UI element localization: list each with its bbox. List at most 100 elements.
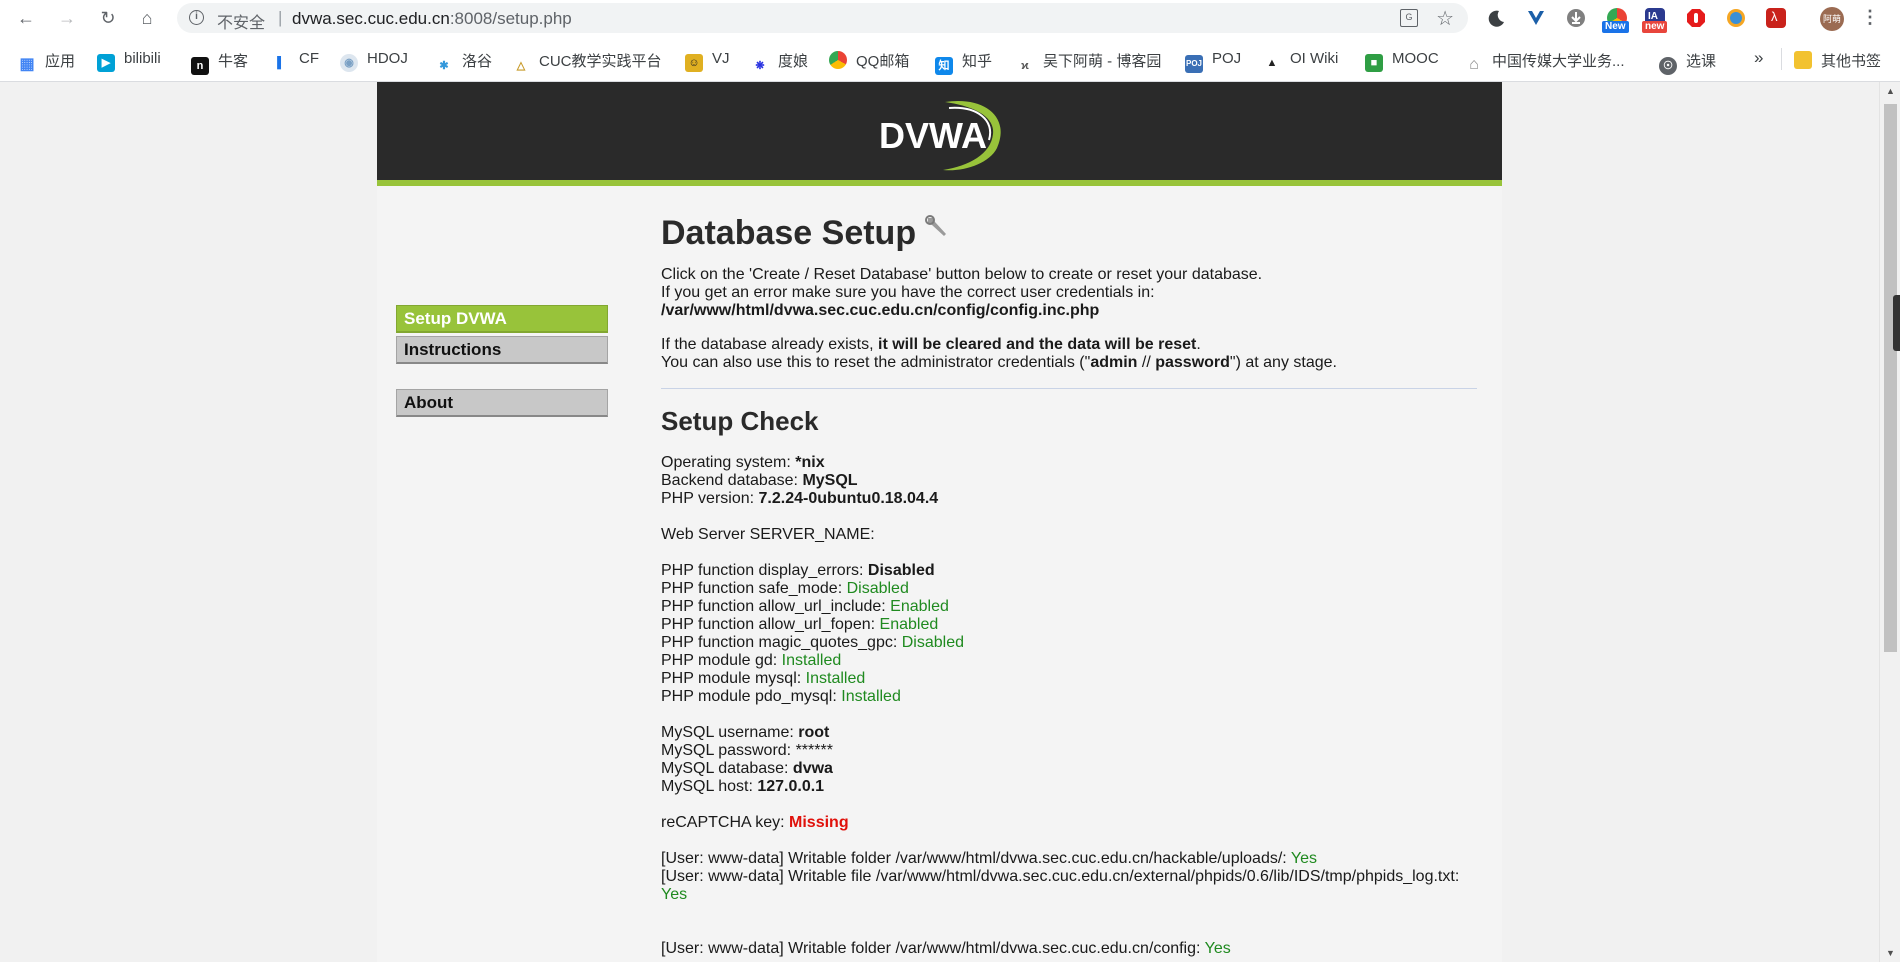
apps-grid-icon: ▦ xyxy=(19,56,35,73)
scroll-down-arrow-icon[interactable]: ▼ xyxy=(1886,948,1895,958)
scrollbar-thumb[interactable] xyxy=(1884,104,1897,652)
bookmark-qqmail[interactable]: QQ邮箱 xyxy=(829,50,909,70)
check-status: Disabled xyxy=(846,580,909,597)
admin-username: admin xyxy=(1090,354,1138,371)
check-writable-phpids-log: [User: www-data] Writable file /var/www/… xyxy=(661,868,1460,885)
bookmark-oiwiki[interactable]: ▲ OI Wiki xyxy=(1263,50,1339,70)
dark-mode-moon-icon[interactable] xyxy=(1486,8,1506,28)
check-label: PHP function magic_quotes_gpc: xyxy=(661,634,902,651)
bookmark-label: 度娘 xyxy=(778,53,809,70)
shield-extension-icon[interactable] xyxy=(1726,8,1746,28)
more-menu-icon[interactable]: ⋮ xyxy=(1861,6,1879,30)
check-status: Yes xyxy=(661,886,688,903)
intro-line-1: Click on the 'Create / Reset Database' b… xyxy=(661,266,1263,283)
check-value: 7.2.24-0ubuntu0.18.04.4 xyxy=(758,490,939,507)
bookmark-label: HDOJ xyxy=(367,50,408,67)
page-viewport: DVWA Setup DVWA Instructions About Datab… xyxy=(0,82,1879,962)
side-panel-handle[interactable] xyxy=(1893,295,1900,351)
globe-icon: ☉ xyxy=(1659,57,1677,75)
bookmark-label: 中国传媒大学业务... xyxy=(1492,53,1625,70)
page-scrollbar[interactable]: ▲ ▼ xyxy=(1879,82,1900,962)
check-value: 127.0.0.1 xyxy=(757,778,825,795)
check-status: Yes xyxy=(1290,850,1318,867)
check-mysql-host: MySQL host: 127.0.0.1 xyxy=(661,778,824,796)
bookmark-mooc[interactable]: ■ MOOC xyxy=(1365,50,1439,72)
check-backend-db: Backend database: MySQL xyxy=(661,472,858,490)
cnblogs-icon: ϰ xyxy=(1021,60,1029,72)
home-icon[interactable]: ⌂ xyxy=(136,7,158,29)
menu-about[interactable]: About xyxy=(396,389,608,417)
site-info-icon[interactable]: i xyxy=(189,10,204,25)
bookmark-cnblogs[interactable]: ϰ 吴下阿萌 - 博客园 xyxy=(1016,50,1162,72)
bookmark-label: 牛客 xyxy=(218,53,249,70)
bookmark-nowcoder[interactable]: n 牛客 xyxy=(191,50,249,75)
bookmark-cuc-office[interactable]: ⌂ 中国传媒大学业务... xyxy=(1465,50,1625,73)
bookmark-poj[interactable]: POJ POJ xyxy=(1185,50,1241,73)
bookmark-course[interactable]: ☉ 选课 xyxy=(1659,50,1716,75)
check-mysql-database: MySQL database: dvwa xyxy=(661,760,833,778)
bookmark-zhihu[interactable]: 知知乎 xyxy=(935,50,993,75)
menu-setup-dvwa[interactable]: Setup DVWA xyxy=(396,305,608,333)
bookmark-cf[interactable]: ▌ CF xyxy=(272,50,319,70)
bookmarks-overflow-chevron-icon[interactable]: » xyxy=(1754,48,1763,68)
check-label: PHP function allow_url_fopen: xyxy=(661,616,880,633)
check-module-mysql: PHP module mysql: Installed xyxy=(661,670,865,688)
bookmark-luogu[interactable]: ✱ 洛谷 xyxy=(435,50,492,72)
qqmail-icon xyxy=(829,51,847,69)
check-allow-url-include: PHP function allow_url_include: Enabled xyxy=(661,598,949,616)
check-allow-url-fopen: PHP function allow_url_fopen: Enabled xyxy=(661,616,938,634)
check-value: Disabled xyxy=(867,562,935,579)
dvwa-logo[interactable]: DVWA xyxy=(873,94,1013,174)
url-text[interactable]: dvwa.sec.cuc.edu.cn:8008/setup.php xyxy=(292,9,572,29)
menu-instructions[interactable]: Instructions xyxy=(396,336,608,364)
check-writable-uploads: [User: www-data] Writable folder /var/ww… xyxy=(661,850,1317,868)
bookmark-apps[interactable]: ▦ 应用 xyxy=(18,50,76,73)
reload-icon[interactable]: ↻ xyxy=(97,7,119,29)
check-label: Operating system: xyxy=(661,454,796,471)
scroll-up-arrow-icon[interactable]: ▲ xyxy=(1886,86,1895,96)
check-php-version: PHP version: 7.2.24-0ubuntu0.18.04.4 xyxy=(661,490,938,508)
check-status: Enabled xyxy=(879,616,939,633)
mooc-icon: ■ xyxy=(1365,54,1383,72)
profile-avatar[interactable]: 阿萌 xyxy=(1820,7,1844,31)
bookmark-label: OI Wiki xyxy=(1290,50,1339,67)
bookmark-cuc[interactable]: △ CUC教学实践平台 xyxy=(512,50,662,72)
bookmark-label: VJ xyxy=(712,50,730,67)
nowcoder-icon: n xyxy=(191,57,209,75)
translate-icon[interactable]: G xyxy=(1400,9,1418,27)
bookmark-vj[interactable]: ☺ VJ xyxy=(685,50,730,72)
back-arrow-icon[interactable]: ← xyxy=(15,7,37,29)
forward-arrow-icon[interactable]: → xyxy=(56,7,78,29)
check-label: [User: www-data] Writable folder /var/ww… xyxy=(661,940,1205,957)
bookmark-label: 应用 xyxy=(45,53,76,70)
bookmark-other-folder[interactable]: 其他书签 xyxy=(1794,50,1881,70)
bookmark-label: 知乎 xyxy=(962,53,993,70)
check-module-gd: PHP module gd: Installed xyxy=(661,652,841,670)
adblock-extension-icon[interactable] xyxy=(1686,8,1706,28)
check-server-name: Web Server SERVER_NAME: xyxy=(661,526,875,543)
bookmark-hdoj[interactable]: ◉ HDOJ xyxy=(340,50,408,72)
check-label: reCAPTCHA key: xyxy=(661,814,790,831)
dvwa-logo-text: DVWA xyxy=(879,115,987,156)
bookmark-label: bilibili xyxy=(124,50,161,67)
page-title: Database Setup xyxy=(661,213,950,253)
address-bar[interactable]: i 不安全 | dvwa.sec.cuc.edu.cn:8008/setup.p… xyxy=(177,3,1468,33)
check-module-pdo-mysql: PHP module pdo_mysql: Installed xyxy=(661,688,901,706)
bookmark-baidu[interactable]: ❋ 度娘 xyxy=(751,50,809,72)
warning-2-suffix: ") at any stage. xyxy=(1229,354,1337,371)
setup-check-title: Setup Check xyxy=(661,406,819,436)
download-extension-icon[interactable] xyxy=(1566,8,1586,28)
bookmark-label: 吴下阿萌 - 博客园 xyxy=(1043,53,1162,70)
config-path: /var/www/html/dvwa.sec.cuc.edu.cn/config… xyxy=(661,302,1100,319)
vuejs-extension-icon[interactable] xyxy=(1526,8,1546,28)
bookmark-label: CF xyxy=(299,50,319,67)
check-status: Enabled xyxy=(890,598,949,615)
check-value: MySQL xyxy=(802,472,858,489)
check-safe-mode: PHP function safe_mode: Disabled xyxy=(661,580,909,598)
bookmark-label: 其他书签 xyxy=(1821,53,1882,70)
bookmark-bilibili[interactable]: ▶ bilibili xyxy=(97,50,161,72)
bookmarks-divider xyxy=(1781,48,1782,70)
check-label: Backend database: xyxy=(661,472,803,489)
bookmark-star-icon[interactable]: ☆ xyxy=(1436,6,1454,31)
pdf-extension-icon[interactable]: λ xyxy=(1766,8,1786,28)
